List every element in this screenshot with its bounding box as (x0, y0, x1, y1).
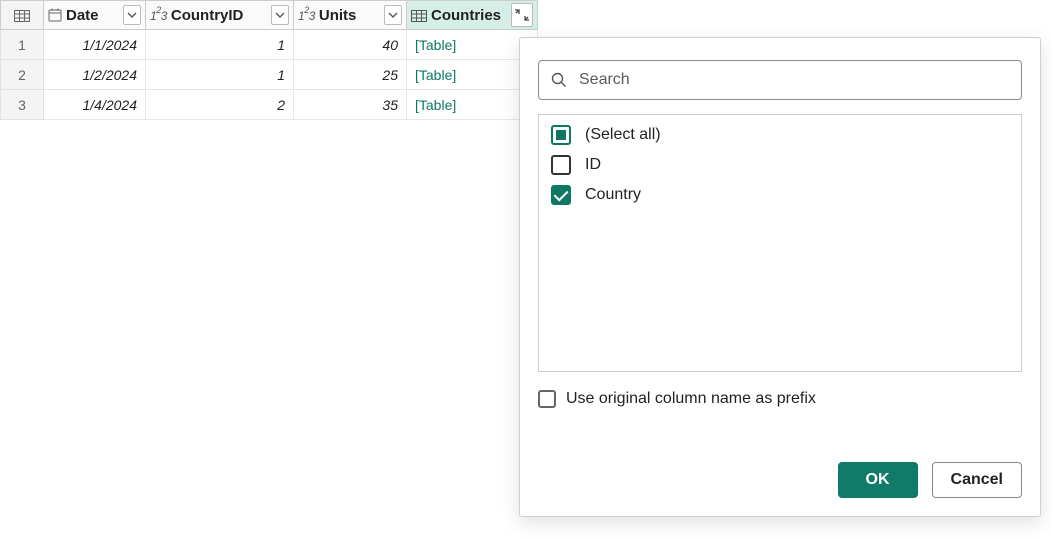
column-label: Countries (431, 7, 501, 24)
corner-cell[interactable] (0, 0, 44, 30)
cell-units[interactable]: 25 (294, 60, 407, 90)
filter-dropdown-button[interactable] (123, 5, 141, 25)
cancel-button[interactable]: Cancel (932, 462, 1022, 498)
expand-columns-popup: (Select all) ID Country Use original col… (519, 37, 1041, 517)
search-input[interactable] (577, 70, 1009, 90)
option-label: ID (585, 156, 601, 174)
cell-countryid[interactable]: 1 (146, 60, 294, 90)
prefix-option[interactable]: Use original column name as prefix (538, 390, 1022, 408)
search-icon (551, 72, 567, 88)
expand-icon (514, 8, 530, 22)
column-options-list: (Select all) ID Country (538, 114, 1022, 372)
option-country[interactable]: Country (551, 185, 1009, 205)
chevron-down-icon (127, 12, 137, 18)
chevron-down-icon (388, 12, 398, 18)
cell-date[interactable]: 1/4/2024 (44, 90, 146, 120)
checkbox-indeterminate[interactable] (551, 125, 571, 145)
column-header-date[interactable]: Date (44, 0, 146, 30)
cell-countryid[interactable]: 1 (146, 30, 294, 60)
cell-date[interactable]: 1/2/2024 (44, 60, 146, 90)
search-box[interactable] (538, 60, 1022, 100)
prefix-label: Use original column name as prefix (566, 390, 816, 408)
cell-date[interactable]: 1/1/2024 (44, 30, 146, 60)
column-label: Units (319, 7, 357, 24)
cell-units[interactable]: 35 (294, 90, 407, 120)
row-number[interactable]: 2 (0, 60, 44, 90)
option-id[interactable]: ID (551, 155, 1009, 175)
table-icon (411, 9, 427, 21)
option-label: Country (585, 186, 641, 204)
column-label: CountryID (171, 7, 244, 24)
expand-button[interactable] (511, 3, 533, 27)
number-type-icon: 123 (150, 7, 167, 23)
calendar-icon (48, 8, 62, 22)
filter-dropdown-button[interactable] (384, 5, 402, 25)
checkbox-checked[interactable] (551, 185, 571, 205)
option-label: (Select all) (585, 126, 661, 144)
filter-dropdown-button[interactable] (271, 5, 289, 25)
ok-button[interactable]: OK (838, 462, 918, 498)
chevron-down-icon (275, 12, 285, 18)
number-type-icon: 123 (298, 7, 315, 23)
option-select-all[interactable]: (Select all) (551, 125, 1009, 145)
cell-units[interactable]: 40 (294, 30, 407, 60)
table-icon (14, 9, 30, 21)
checkbox-unchecked[interactable] (538, 390, 556, 408)
cell-countryid[interactable]: 2 (146, 90, 294, 120)
column-label: Date (66, 7, 99, 24)
row-number[interactable]: 1 (0, 30, 44, 60)
column-header-countries[interactable]: Countries (407, 0, 538, 30)
column-header-units[interactable]: 123 Units (294, 0, 407, 30)
popup-footer: OK Cancel (538, 438, 1022, 498)
row-number[interactable]: 3 (0, 90, 44, 120)
checkbox-unchecked[interactable] (551, 155, 571, 175)
column-header-countryid[interactable]: 123 CountryID (146, 0, 294, 30)
header-row: Date 123 CountryID 123 Units Countries (0, 0, 1051, 30)
